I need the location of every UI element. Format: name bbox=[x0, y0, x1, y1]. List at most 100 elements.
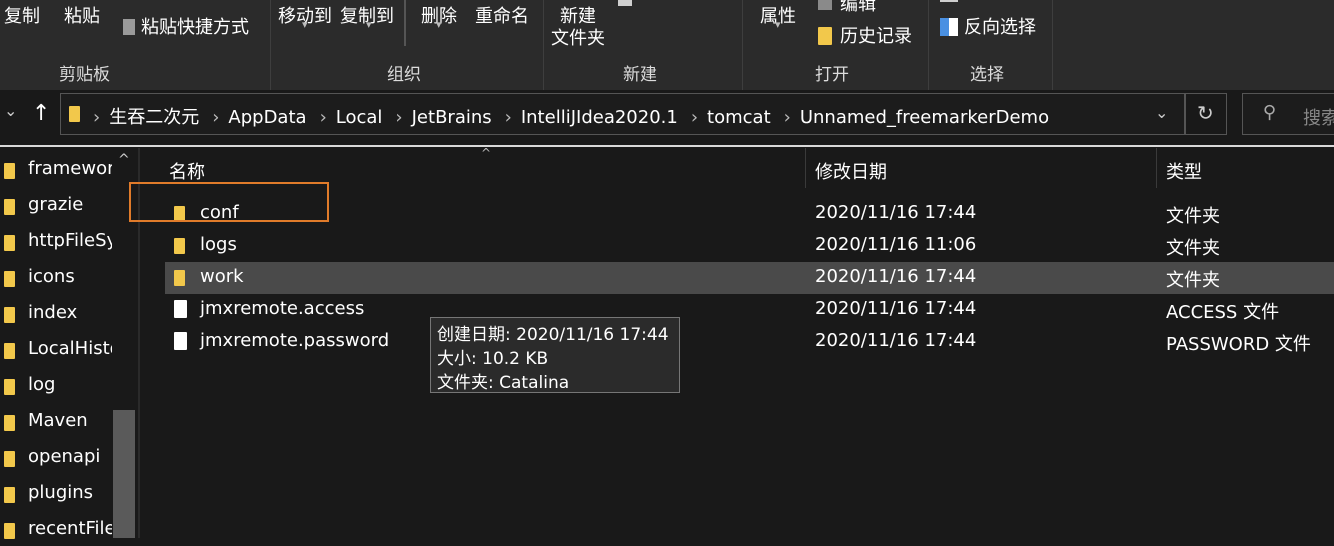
column-header-date[interactable]: 修改日期 bbox=[815, 158, 887, 184]
sidebar-scrollbar-thumb[interactable] bbox=[113, 410, 135, 538]
file-name: jmxremote.access bbox=[200, 298, 365, 319]
folder-icon bbox=[4, 523, 15, 539]
sidebar-scroll-up-icon[interactable]: ^ bbox=[118, 152, 130, 168]
breadcrumb-item[interactable]: JetBrains bbox=[412, 107, 492, 128]
sidebar-item-label: Maven bbox=[28, 410, 88, 431]
sidebar: framewor grazie httpFileSy icons index LocalH… bbox=[0, 148, 138, 539]
breadcrumb-item[interactable]: Unnamed_freemarkerDemo bbox=[800, 107, 1049, 128]
new-item-icon bbox=[618, 0, 632, 6]
folder-icon bbox=[4, 487, 15, 503]
sidebar-item-label: LocalHisto bbox=[28, 338, 112, 359]
tooltip-size: 大小: 10.2 KB bbox=[437, 349, 549, 369]
file-row[interactable]: logs 2020/11/16 11:06 文件夹 bbox=[165, 230, 1334, 262]
ribbon-divider bbox=[404, 0, 406, 46]
breadcrumb-item[interactable]: tomcat bbox=[707, 107, 771, 128]
search-box[interactable]: ⚲ 搜索 bbox=[1242, 93, 1334, 135]
tooltip-created: 创建日期: 2020/11/16 17:44 bbox=[437, 325, 669, 345]
file-type: 文件夹 bbox=[1166, 206, 1220, 227]
new-folder-line2[interactable]: 文件夹 bbox=[551, 24, 605, 50]
search-placeholder: 搜索 bbox=[1303, 108, 1334, 129]
file-name: logs bbox=[200, 234, 237, 255]
sidebar-item-label: plugins bbox=[28, 482, 94, 503]
sidebar-item-label: icons bbox=[28, 266, 75, 287]
folder-icon bbox=[4, 415, 15, 431]
rename-button[interactable]: 重命名 bbox=[475, 2, 529, 28]
folder-icon bbox=[4, 163, 15, 179]
file-icon bbox=[174, 332, 187, 350]
column-divider[interactable] bbox=[1156, 148, 1157, 188]
breadcrumb-separator-icon[interactable]: › bbox=[784, 107, 791, 128]
paste-button[interactable]: 粘贴 bbox=[64, 2, 100, 28]
history-label: 历史记录 bbox=[840, 26, 912, 47]
sidebar-item-label: httpFileSy bbox=[28, 230, 112, 251]
highlight-box bbox=[129, 182, 329, 222]
breadcrumb-separator-icon[interactable]: › bbox=[395, 107, 402, 128]
column-header-name[interactable]: 名称 bbox=[169, 158, 205, 184]
file-name: work bbox=[200, 266, 244, 287]
file-type: 文件夹 bbox=[1166, 270, 1220, 291]
group-open-label: 打开 bbox=[815, 65, 849, 85]
file-name: jmxremote.password bbox=[200, 330, 390, 351]
folder-icon bbox=[4, 343, 15, 359]
recent-locations-icon[interactable]: ⌄ bbox=[4, 101, 17, 120]
folder-icon bbox=[4, 271, 15, 287]
folder-icon bbox=[174, 270, 185, 286]
address-dropdown-icon[interactable]: ⌄ bbox=[1155, 103, 1168, 122]
select-all-icon bbox=[940, 0, 958, 2]
address-divider bbox=[0, 145, 1334, 147]
breadcrumb-separator-icon[interactable]: › bbox=[93, 107, 100, 128]
folder-icon bbox=[4, 199, 15, 215]
group-organize-label: 组织 bbox=[387, 65, 421, 85]
breadcrumb: › 生吞二次元 › AppData › Local › JetBrains › IntelliJI… bbox=[93, 103, 1062, 129]
group-new-label: 新建 bbox=[623, 65, 657, 85]
invert-selection-icon bbox=[940, 18, 958, 36]
folder-icon bbox=[4, 451, 15, 467]
breadcrumb-item[interactable]: IntelliJIdea2020.1 bbox=[521, 107, 678, 128]
file-type: 文件夹 bbox=[1166, 238, 1220, 259]
clipboard-icon bbox=[123, 19, 135, 35]
breadcrumb-item[interactable]: Local bbox=[336, 107, 383, 128]
up-arrow-icon[interactable]: ↑ bbox=[32, 101, 50, 126]
sidebar-item-label: grazie bbox=[28, 194, 84, 215]
file-type: ACCESS 文件 bbox=[1166, 302, 1280, 323]
search-icon: ⚲ bbox=[1263, 102, 1277, 123]
folder-icon bbox=[69, 106, 80, 122]
paste-shortcut-button[interactable]: 粘贴快捷方式 bbox=[123, 13, 249, 39]
breadcrumb-item[interactable]: 生吞二次元 bbox=[109, 107, 199, 128]
breadcrumb-item[interactable]: AppData bbox=[228, 107, 306, 128]
breadcrumb-separator-icon[interactable]: › bbox=[691, 107, 698, 128]
history-icon bbox=[818, 27, 832, 45]
file-row[interactable]: jmxremote.access 2020/11/16 17:44 ACCESS 文… bbox=[165, 294, 1334, 326]
ribbon-divider bbox=[742, 0, 743, 90]
refresh-icon: ↻ bbox=[1197, 101, 1214, 125]
file-date: 2020/11/16 11:06 bbox=[815, 234, 977, 255]
sidebar-item-label: openapi bbox=[28, 446, 101, 467]
chevron-down-icon: ▾ bbox=[436, 18, 442, 31]
edit-label: 编辑 bbox=[840, 0, 876, 15]
folder-icon bbox=[174, 238, 185, 254]
ribbon-divider bbox=[270, 0, 271, 90]
chevron-down-icon: ▾ bbox=[366, 18, 372, 31]
refresh-button[interactable]: ↻ bbox=[1185, 93, 1227, 135]
edit-button[interactable]: 编辑 bbox=[818, 0, 876, 16]
breadcrumb-separator-icon[interactable]: › bbox=[505, 107, 512, 128]
copy-button[interactable]: 复制 bbox=[4, 2, 40, 28]
sidebar-item-label: framewor bbox=[28, 158, 112, 179]
group-select-label: 选择 bbox=[970, 65, 1004, 85]
invert-selection-button[interactable]: 反向选择 bbox=[940, 13, 1036, 39]
edit-icon bbox=[818, 0, 832, 10]
ribbon: 复制 粘贴 粘贴快捷方式 移动到 ▾ 复制到 ▾ 删除 ▾ 重命名 新建 文件夹… bbox=[0, 0, 1334, 90]
address-bar[interactable]: › 生吞二次元 › AppData › Local › JetBrains › IntelliJI… bbox=[60, 93, 1185, 135]
file-type: PASSWORD 文件 bbox=[1166, 334, 1311, 355]
column-header-type[interactable]: 类型 bbox=[1166, 158, 1202, 184]
sort-ascending-icon: ^ bbox=[481, 146, 492, 160]
ribbon-divider bbox=[543, 0, 544, 90]
history-button[interactable]: 历史记录 bbox=[818, 22, 912, 48]
file-row[interactable]: conf 2020/11/16 17:44 文件夹 bbox=[165, 198, 1334, 230]
breadcrumb-separator-icon[interactable]: › bbox=[212, 107, 219, 128]
file-row[interactable]: jmxremote.password 2020/11/16 17:44 PASSWO… bbox=[165, 326, 1334, 358]
tooltip: 创建日期: 2020/11/16 17:44 大小: 10.2 KB 文件夹: … bbox=[430, 317, 680, 393]
file-row[interactable]: work 2020/11/16 17:44 文件夹 bbox=[165, 262, 1334, 294]
column-divider[interactable] bbox=[805, 148, 806, 188]
breadcrumb-separator-icon[interactable]: › bbox=[320, 107, 327, 128]
